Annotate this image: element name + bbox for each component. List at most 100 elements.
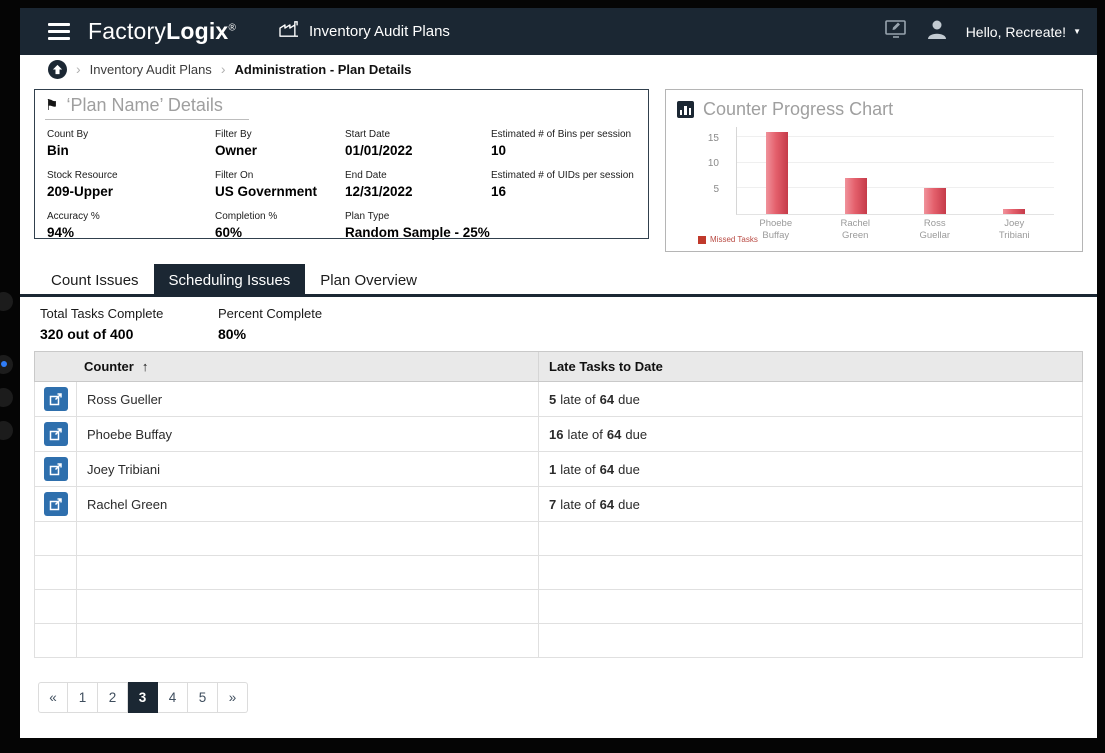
late-tasks-cell: 5late of64due: [549, 392, 1082, 407]
tab-scheduling-issues[interactable]: Scheduling Issues: [154, 264, 306, 294]
field-count-by: Count By Bin: [47, 129, 215, 158]
total-tasks-complete: Total Tasks Complete 320 out of 400: [40, 306, 218, 342]
open-counter-icon[interactable]: [44, 387, 68, 411]
late-tasks-cell: 7late of64due: [549, 497, 1082, 512]
top-navbar: FactoryLogix® Inventory Audit Plans Hell…: [20, 8, 1097, 55]
tab-bar: Count Issues Scheduling Issues Plan Over…: [20, 264, 1097, 297]
bar-phoebe-buffay: [766, 132, 788, 214]
nav-app-title-group: Inventory Audit Plans: [278, 20, 450, 43]
breadcrumb-separator: ›: [76, 61, 81, 77]
pagination-page-3[interactable]: 3: [128, 682, 158, 713]
counter-name: Phoebe Buffay: [77, 417, 539, 452]
field-accuracy: Accuracy % 94%: [47, 211, 215, 240]
breadcrumb-item-plan-details: Administration - Plan Details: [234, 62, 411, 77]
tab-plan-overview[interactable]: Plan Overview: [305, 266, 432, 294]
pagination-page-5[interactable]: 5: [188, 682, 218, 713]
plan-fields-grid: Count By Bin Filter By Owner Start Date …: [35, 120, 648, 240]
breadcrumb: › Inventory Audit Plans › Administration…: [20, 55, 1097, 83]
y-tick-15: 15: [708, 133, 719, 144]
table-row-empty: [35, 590, 1083, 624]
table-row-empty: [35, 556, 1083, 590]
plan-details-card: ⚑ ‘Plan Name’ Details Count By Bin Filte…: [34, 89, 649, 239]
x-label-ross: Ross Guellar: [895, 218, 975, 243]
bar-joey-tribiani: [1003, 209, 1025, 214]
bar-ross-guellar: [924, 188, 946, 214]
field-est-uids: Estimated # of UIDs per session 16: [491, 170, 638, 199]
edge-artifact-dot: [0, 388, 13, 407]
bar-slot: [896, 127, 975, 214]
bar-slot: [816, 127, 895, 214]
field-completion: Completion % 60%: [215, 211, 345, 240]
field-stock-resource: Stock Resource 209-Upper: [47, 170, 215, 199]
open-counter-icon[interactable]: [44, 492, 68, 516]
brand-logo: FactoryLogix®: [88, 18, 236, 45]
open-counter-icon[interactable]: [44, 457, 68, 481]
column-header-counter[interactable]: Counter↑: [35, 352, 539, 382]
table-row[interactable]: Ross Gueller 5late of64due: [35, 382, 1083, 417]
chart-title: Counter Progress Chart: [703, 99, 893, 120]
summary-row: Total Tasks Complete 320 out of 400 Perc…: [20, 297, 1097, 342]
pagination-page-2[interactable]: 2: [98, 682, 128, 713]
legend-label: Missed Tasks: [710, 235, 758, 244]
factory-icon: [278, 20, 300, 43]
counter-name: Rachel Green: [77, 487, 539, 522]
field-end-date: End Date 12/31/2022: [345, 170, 491, 199]
cards-row: ⚑ ‘Plan Name’ Details Count By Bin Filte…: [20, 83, 1097, 252]
pagination-page-4[interactable]: 4: [158, 682, 188, 713]
app-title: Inventory Audit Plans: [309, 23, 450, 40]
pagination-page-1[interactable]: 1: [68, 682, 98, 713]
table-header-row: Counter↑ Late Tasks to Date: [35, 352, 1083, 382]
field-filter-on: Filter On US Government: [215, 170, 345, 199]
y-tick-5: 5: [713, 184, 719, 195]
counters-table: Counter↑ Late Tasks to Date Ross Gueller…: [34, 351, 1083, 658]
pagination-last-button[interactable]: »: [218, 682, 248, 713]
edge-artifact-dot: [0, 292, 13, 311]
y-tick-10: 10: [708, 158, 719, 169]
percent-complete: Percent Complete 80%: [218, 306, 396, 342]
table-row-empty: [35, 522, 1083, 556]
bar-rachel-green: [845, 178, 867, 214]
field-filter-by: Filter By Owner: [215, 129, 345, 158]
late-tasks-cell: 16late of64due: [549, 427, 1082, 442]
chart-legend: Missed Tasks: [698, 235, 758, 244]
counter-progress-chart-card: Counter Progress Chart 15 10 5: [665, 89, 1083, 252]
brand-part1: Factory: [88, 18, 166, 44]
counter-name: Ross Gueller: [77, 382, 539, 417]
pagination-first-button[interactable]: «: [38, 682, 68, 713]
chart-y-axis: 15 10 5: [666, 127, 728, 215]
edge-artifact-blue-dot: [1, 361, 7, 367]
late-tasks-cell: 1late of64due: [549, 462, 1082, 477]
table-row-empty: [35, 624, 1083, 658]
bar-chart-icon: [677, 101, 694, 118]
legend-swatch-missed-tasks: [698, 236, 706, 244]
chart-plot-area: [736, 127, 1054, 215]
chart-x-labels: Phoebe Buffay Rachel Green Ross Guellar …: [736, 218, 1054, 243]
home-icon[interactable]: [48, 60, 67, 79]
table-row[interactable]: Rachel Green 7late of64due: [35, 487, 1083, 522]
field-start-date: Start Date 01/01/2022: [345, 129, 491, 158]
breadcrumb-item-inventory-audit-plans[interactable]: Inventory Audit Plans: [90, 62, 212, 77]
open-counter-icon[interactable]: [44, 422, 68, 446]
counter-name: Joey Tribiani: [77, 452, 539, 487]
brand-part2: Logix: [166, 18, 228, 44]
flag-icon: ⚑: [45, 98, 58, 113]
table-row[interactable]: Phoebe Buffay 16late of64due: [35, 417, 1083, 452]
column-header-late-tasks[interactable]: Late Tasks to Date: [539, 352, 1083, 382]
table-row[interactable]: Joey Tribiani 1late of64due: [35, 452, 1083, 487]
field-est-bins: Estimated # of Bins per session 10: [491, 129, 638, 158]
user-menu[interactable]: Hello, Recreate! ▼: [966, 24, 1081, 40]
edge-artifact-dot: [0, 421, 13, 440]
breadcrumb-separator: ›: [221, 61, 226, 77]
pagination: « 1 2 3 4 5 »: [38, 682, 1097, 713]
user-avatar-icon[interactable]: [924, 17, 950, 46]
plan-details-title: ‘Plan Name’ Details: [66, 95, 222, 116]
navbar-right-group: Hello, Recreate! ▼: [884, 17, 1081, 46]
app-window: FactoryLogix® Inventory Audit Plans Hell…: [20, 8, 1097, 738]
field-plan-type: Plan Type Random Sample - 25%: [345, 211, 491, 240]
feedback-monitor-icon[interactable]: [884, 19, 908, 44]
sort-ascending-icon: ↑: [142, 359, 149, 374]
tab-count-issues[interactable]: Count Issues: [36, 266, 154, 294]
chevron-down-icon: ▼: [1073, 27, 1081, 36]
hamburger-menu-icon[interactable]: [48, 23, 72, 40]
brand-registered-mark: ®: [228, 22, 236, 33]
